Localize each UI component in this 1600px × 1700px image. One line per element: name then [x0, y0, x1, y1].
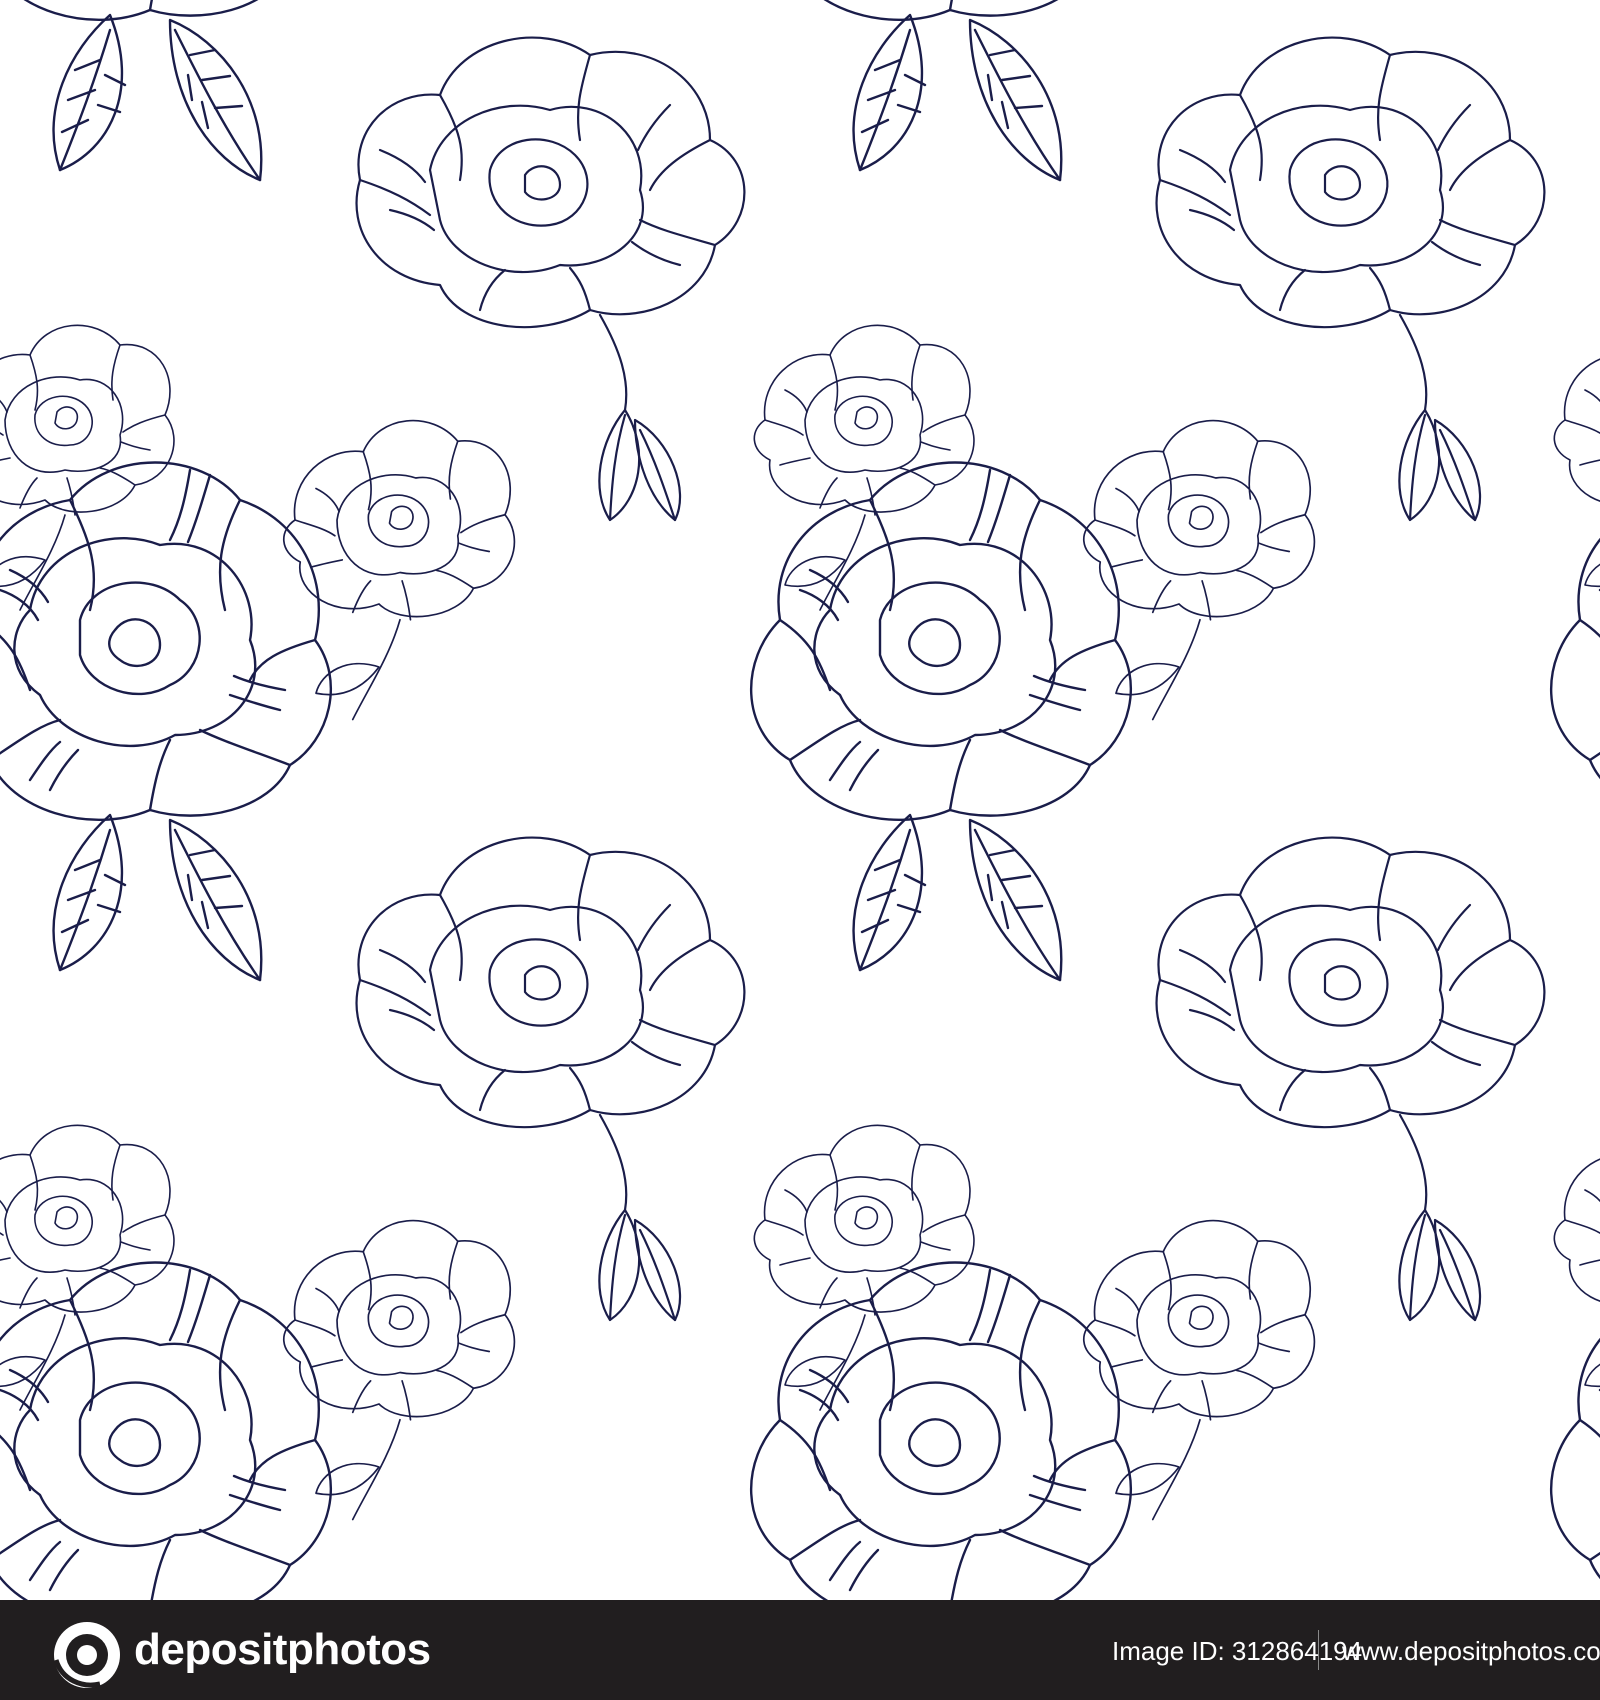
stock-watermark-footer: depositphotos Image ID: 312864194 www.de… — [0, 1600, 1600, 1700]
stock-image: depositphotos Image ID: 312864194 www.de… — [0, 0, 1600, 1700]
footer-divider — [1318, 1630, 1319, 1670]
floral-pattern — [0, 0, 1600, 1600]
brand-name: depositphotos — [134, 1625, 431, 1674]
site-url-text: www.depositphotos.com — [1342, 1636, 1600, 1666]
image-id-text: Image ID: 312864194 — [1112, 1636, 1363, 1666]
depositphotos-logo-icon — [53, 1622, 120, 1688]
pattern-tiles — [0, 0, 1600, 1600]
